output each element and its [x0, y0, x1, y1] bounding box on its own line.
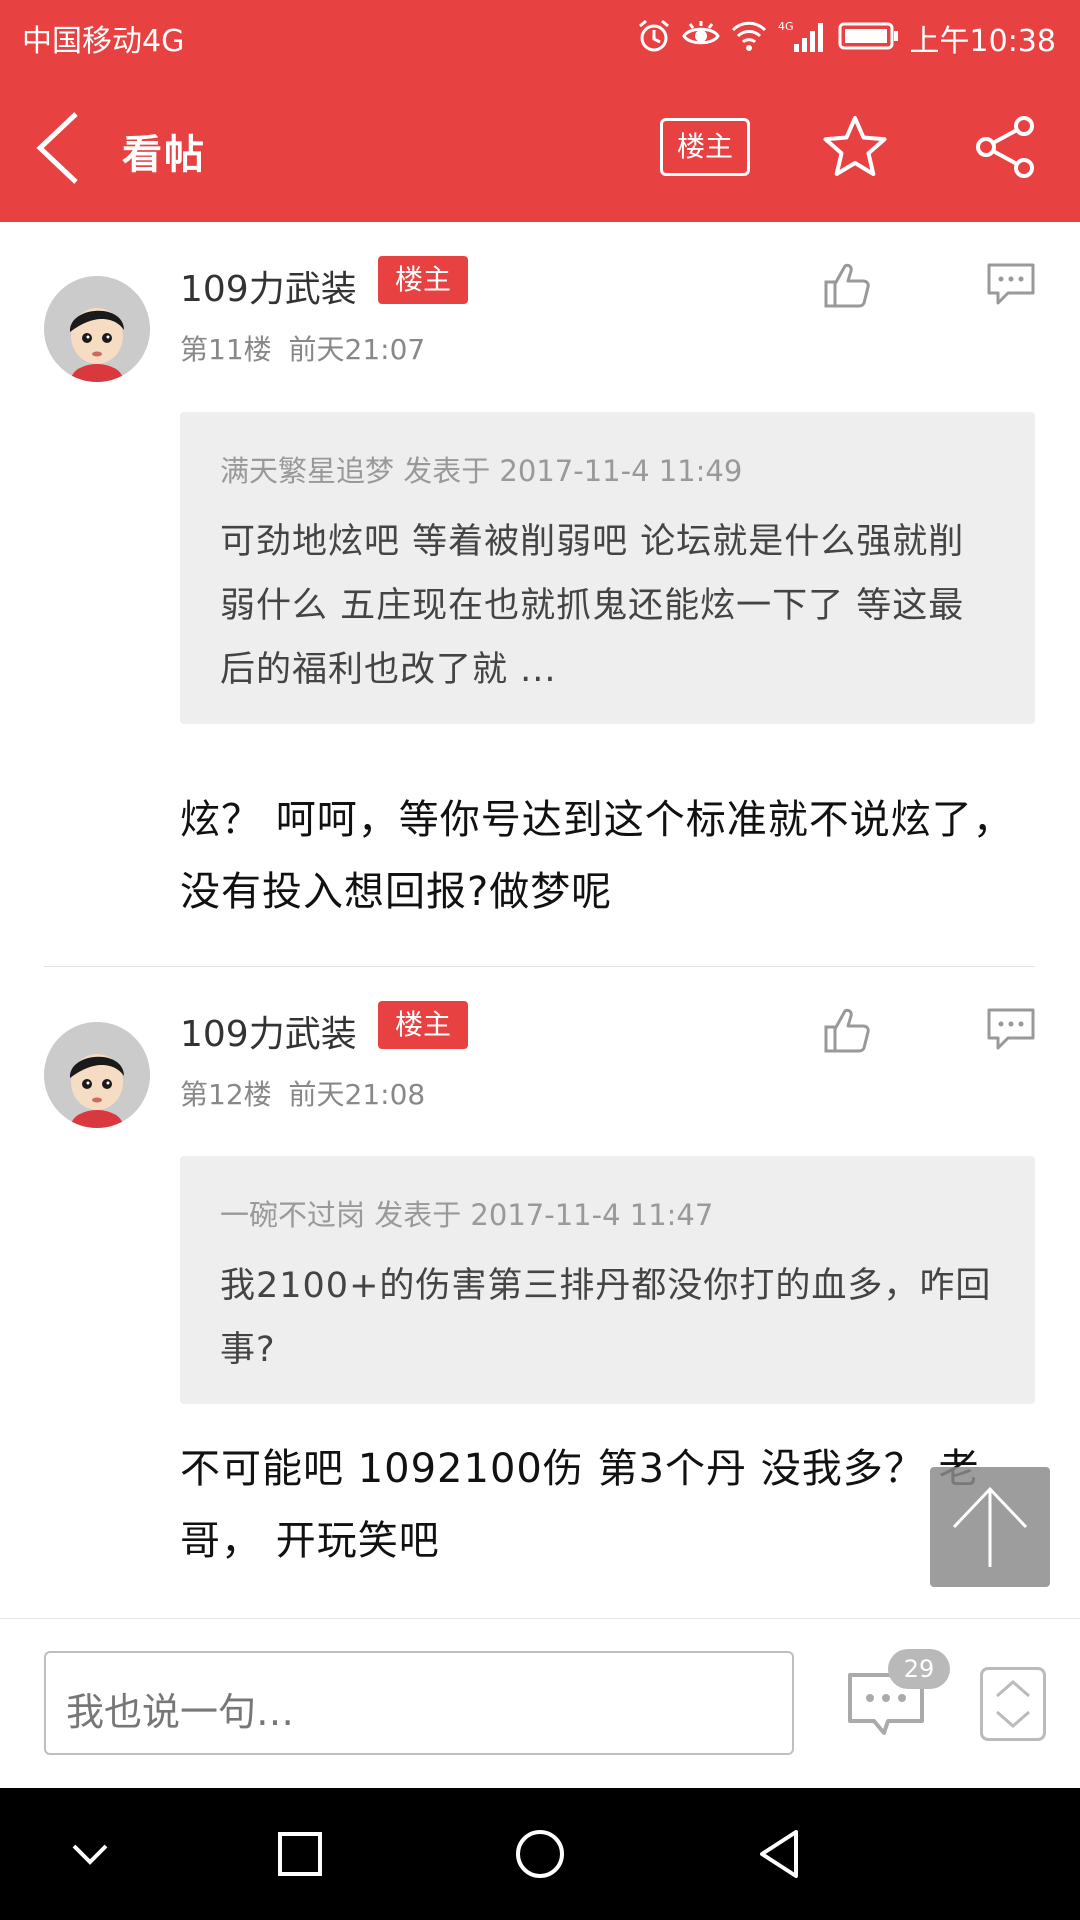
quoted-post[interactable]: 满天繁星追梦 发表于 2017-11-4 11:49 可劲地炫吧 等着被削弱吧 … [180, 412, 1035, 724]
carrier-label: 中国移动4G [22, 24, 185, 59]
wifi-icon [731, 21, 767, 51]
quote-header: 一碗不过岗 发表于 2017-11-4 11:47 [220, 1198, 714, 1232]
status-bar: 中国移动4G 4G 上午10:38 [0, 0, 1080, 74]
owner-badge: 楼主 [378, 1001, 468, 1049]
quote-header: 满天繁星追梦 发表于 2017-11-4 11:49 [220, 454, 743, 488]
comment-count-badge: 29 [888, 1649, 950, 1689]
bottom-bar: 我也说一句… 29 [0, 1618, 1080, 1788]
avatar[interactable] [44, 276, 150, 382]
reply-text: 炫？ 呵呵，等你号达到这个标准就不说炫了，没有投入想回报?做梦呢 [180, 797, 1014, 915]
star-icon[interactable] [822, 114, 888, 180]
quote-body: 可劲地炫吧 等着被削弱吧 论坛就是什么强就削弱什么 五庄现在也就抓鬼还能炫一下了… [220, 522, 965, 690]
comment-icon[interactable] [986, 1007, 1036, 1053]
home-icon[interactable] [510, 1824, 570, 1884]
4g-signal-icon: 4G [778, 20, 823, 52]
avatar-cartoon-icon [44, 1022, 150, 1128]
back-icon[interactable] [750, 1824, 810, 1884]
username[interactable]: 109力武装 [180, 1005, 357, 1057]
eye-icon [682, 21, 720, 45]
post-list[interactable]: 109力武装 楼主 第11楼 前天21:07 满天繁星追梦 发表于 2017-1… [0, 222, 1080, 1618]
quoted-post[interactable]: 一碗不过岗 发表于 2017-11-4 11:47 我2100+的伤害第三排丹都… [180, 1156, 1035, 1404]
collapse-icon[interactable] [60, 1824, 120, 1884]
app-bar: 看帖 楼主 [0, 74, 1080, 222]
alarm-icon [639, 19, 669, 52]
clock: 上午10:38 [909, 24, 1056, 59]
username[interactable]: 109力武装 [180, 260, 357, 312]
chevron-left-icon[interactable] [30, 110, 90, 186]
page-title: 看帖 [122, 132, 206, 178]
post-floor-12: 109力武装 楼主 第12楼 前天21:08 一碗不过岗 发表于 2017-11… [0, 967, 1080, 1618]
quote-body: 我2100+的伤害第三排丹都没你打的血多，咋回事? [220, 1266, 992, 1370]
share-icon[interactable] [972, 114, 1038, 180]
post-floor-11: 109力武装 楼主 第11楼 前天21:07 满天繁星追梦 发表于 2017-1… [0, 222, 1080, 966]
battery-icon [838, 22, 898, 50]
thumbs-up-icon[interactable] [822, 260, 872, 310]
reply-text: 不可能吧 1092100伤 第3个丹 没我多？ 老哥， 开玩笑吧 [180, 1446, 980, 1564]
avatar[interactable] [44, 1022, 150, 1128]
thumbs-up-icon[interactable] [822, 1005, 872, 1055]
owner-badge: 楼主 [378, 256, 468, 304]
post-meta: 第11楼 前天21:07 [180, 333, 426, 366]
reply-input[interactable]: 我也说一句… [44, 1651, 794, 1755]
status-icons: 4G [636, 14, 900, 58]
comment-icon[interactable] [986, 262, 1036, 308]
scroll-to-top-button[interactable] [930, 1467, 1050, 1587]
recents-icon[interactable] [270, 1824, 330, 1884]
post-meta: 第12楼 前天21:08 [180, 1078, 426, 1111]
arrow-up-icon [952, 1486, 1028, 1567]
reply-input-placeholder: 我也说一句… [66, 1690, 295, 1734]
chevron-up-down-icon [996, 1680, 1030, 1728]
system-nav-bar [0, 1788, 1080, 1920]
only-owner-button[interactable]: 楼主 [660, 118, 750, 176]
svg-text:4G: 4G [778, 20, 794, 33]
page-jump-button[interactable] [980, 1667, 1046, 1741]
avatar-cartoon-icon [44, 276, 150, 382]
